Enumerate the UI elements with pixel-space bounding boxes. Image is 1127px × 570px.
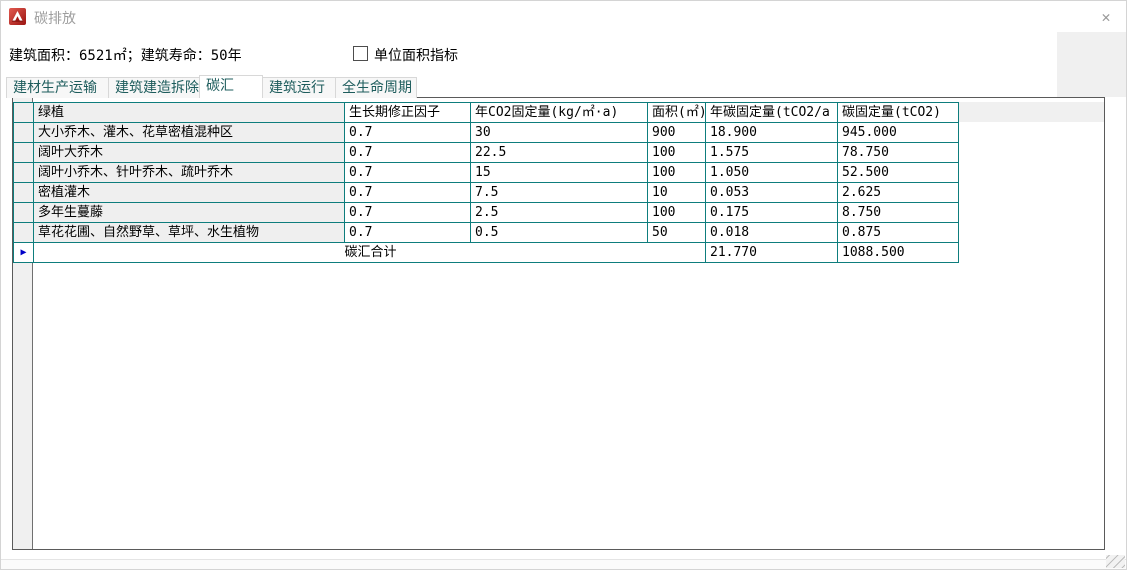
- row-selector[interactable]: [14, 163, 34, 183]
- bottom-strip: [1, 560, 1126, 569]
- cell-co2-rate[interactable]: 30: [471, 123, 648, 143]
- cell-co2-rate[interactable]: 15: [471, 163, 648, 183]
- cell-factor[interactable]: 0.7: [345, 203, 471, 223]
- cell-annual: 1.050: [706, 163, 838, 183]
- cell-factor[interactable]: 0.7: [345, 123, 471, 143]
- cell-area[interactable]: 100: [648, 203, 706, 223]
- row-selector[interactable]: [14, 183, 34, 203]
- table-row: 大小乔木、灌木、花草密植混种区 0.7 30 900 18.900 945.00…: [14, 123, 959, 143]
- column-header-filler: [958, 102, 1104, 122]
- col-header-area: 面积(㎡): [648, 103, 706, 123]
- tab-carbon-sink[interactable]: 碳汇: [199, 75, 263, 98]
- cell-plant: 多年生蔓藤: [34, 203, 345, 223]
- cell-annual: 0.018: [706, 223, 838, 243]
- cell-co2-rate[interactable]: 22.5: [471, 143, 648, 163]
- cell-co2-rate[interactable]: 7.5: [471, 183, 648, 203]
- row-selector[interactable]: [14, 143, 34, 163]
- cell-plant: 草花花圃、自然野草、草坪、水生植物: [34, 223, 345, 243]
- cell-plant: 阔叶大乔木: [34, 143, 345, 163]
- table-row: 阔叶小乔木、针叶乔木、疏叶乔木 0.7 15 100 1.050 52.500: [14, 163, 959, 183]
- cell-annual: 0.175: [706, 203, 838, 223]
- col-header-plant: 绿植: [34, 103, 345, 123]
- total-value: 1088.500: [838, 243, 959, 263]
- current-row-marker-icon: ▶: [20, 247, 26, 258]
- col-header-factor: 生长期修正因子: [345, 103, 471, 123]
- total-annual-value: 21.770: [706, 243, 838, 263]
- cell-co2-rate[interactable]: 0.5: [471, 223, 648, 243]
- tab-strip: 建材生产运输 建筑建造拆除 碳汇 建筑运行 全生命周期: [6, 75, 417, 98]
- cell-factor[interactable]: 0.7: [345, 163, 471, 183]
- cell-annual: 1.575: [706, 143, 838, 163]
- cell-factor[interactable]: 0.7: [345, 143, 471, 163]
- tab-construction-demolition[interactable]: 建筑建造拆除: [108, 77, 200, 98]
- carbon-sink-grid-panel: 绿植 生长期修正因子 年CO2固定量(kg/㎡·a) 面积(㎡) 年碳固定量(t…: [12, 97, 1105, 550]
- col-header-co2-rate: 年CO2固定量(kg/㎡·a): [471, 103, 648, 123]
- unit-area-checkbox-label: 单位面积指标: [374, 45, 458, 65]
- app-logo-icon: [9, 8, 26, 25]
- building-info-text: 建筑面积：6521㎡；建筑寿命：50年: [9, 45, 242, 65]
- row-selector[interactable]: [14, 123, 34, 143]
- cell-factor[interactable]: 0.7: [345, 223, 471, 243]
- row-selector-header: [14, 103, 34, 123]
- col-header-annual-fixed: 年碳固定量(tCO2/a: [706, 103, 838, 123]
- unit-area-checkbox[interactable]: [353, 46, 368, 61]
- cell-total: 2.625: [838, 183, 959, 203]
- title-bar: 碳排放 ✕: [1, 1, 1126, 32]
- tab-material-production[interactable]: 建材生产运输: [6, 77, 109, 98]
- total-row: ▶ 碳汇合计 21.770 1088.500: [14, 243, 959, 263]
- tab-whole-lifecycle[interactable]: 全生命周期: [335, 77, 417, 98]
- cell-total: 78.750: [838, 143, 959, 163]
- cell-total: 8.750: [838, 203, 959, 223]
- carbon-sink-table: 绿植 生长期修正因子 年CO2固定量(kg/㎡·a) 面积(㎡) 年碳固定量(t…: [13, 102, 959, 263]
- cell-annual: 18.900: [706, 123, 838, 143]
- window-title: 碳排放: [34, 8, 76, 28]
- table-row: 多年生蔓藤 0.7 2.5 100 0.175 8.750: [14, 203, 959, 223]
- total-row-label: 碳汇合计: [34, 243, 706, 263]
- cell-area[interactable]: 900: [648, 123, 706, 143]
- cell-total: 52.500: [838, 163, 959, 183]
- tab-building-operation[interactable]: 建筑运行: [262, 77, 336, 98]
- close-icon[interactable]: ✕: [1096, 7, 1116, 27]
- carbon-emission-dialog: 碳排放 ✕ 建筑面积：6521㎡；建筑寿命：50年 单位面积指标 建材生产运输 …: [0, 0, 1127, 570]
- row-selector[interactable]: [14, 203, 34, 223]
- cell-factor[interactable]: 0.7: [345, 183, 471, 203]
- dialog-background-area: [1057, 32, 1127, 97]
- table-row: 阔叶大乔木 0.7 22.5 100 1.575 78.750: [14, 143, 959, 163]
- resize-grip-icon[interactable]: [1106, 555, 1125, 568]
- cell-area[interactable]: 100: [648, 143, 706, 163]
- cell-area[interactable]: 100: [648, 163, 706, 183]
- current-row-selector[interactable]: ▶: [14, 243, 34, 263]
- table-row: 密植灌木 0.7 7.5 10 0.053 2.625: [14, 183, 959, 203]
- cell-area[interactable]: 50: [648, 223, 706, 243]
- cell-total: 945.000: [838, 123, 959, 143]
- cell-area[interactable]: 10: [648, 183, 706, 203]
- table-row: 草花花圃、自然野草、草坪、水生植物 0.7 0.5 50 0.018 0.875: [14, 223, 959, 243]
- cell-co2-rate[interactable]: 2.5: [471, 203, 648, 223]
- row-selector[interactable]: [14, 223, 34, 243]
- cell-total: 0.875: [838, 223, 959, 243]
- col-header-total-fixed: 碳固定量(tCO2): [838, 103, 959, 123]
- cell-plant: 阔叶小乔木、针叶乔木、疏叶乔木: [34, 163, 345, 183]
- info-bar: 建筑面积：6521㎡；建筑寿命：50年 单位面积指标: [1, 32, 1057, 77]
- cell-plant: 密植灌木: [34, 183, 345, 203]
- cell-plant: 大小乔木、灌木、花草密植混种区: [34, 123, 345, 143]
- cell-annual: 0.053: [706, 183, 838, 203]
- table-header-row: 绿植 生长期修正因子 年CO2固定量(kg/㎡·a) 面积(㎡) 年碳固定量(t…: [14, 103, 959, 123]
